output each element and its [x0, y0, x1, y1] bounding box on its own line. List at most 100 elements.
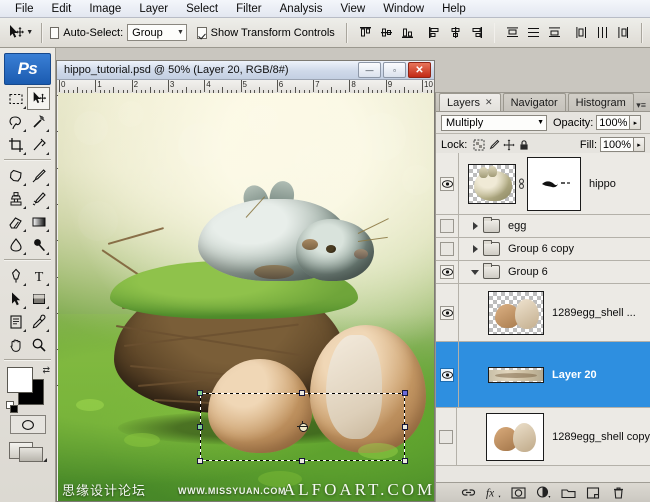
align-bottom-edges-icon[interactable]	[398, 23, 417, 43]
patch-tool[interactable]	[4, 164, 27, 187]
fill-input[interactable]: 100%	[600, 137, 634, 152]
magic-wand-tool[interactable]	[27, 110, 50, 133]
history-brush-tool[interactable]	[27, 187, 50, 210]
layer-thumbnail[interactable]	[488, 291, 544, 335]
default-colors-icon[interactable]	[6, 401, 16, 411]
eye-icon[interactable]	[440, 177, 454, 191]
layer-row-eggshell-copy[interactable]: 1289egg_shell copy	[436, 408, 650, 466]
eye-icon[interactable]	[440, 368, 454, 382]
maximize-button[interactable]: ▫	[383, 62, 406, 78]
dodge-tool[interactable]	[27, 233, 50, 256]
distribute-vertical-centers-icon[interactable]	[524, 23, 543, 43]
eye-icon-hidden[interactable]	[440, 242, 454, 256]
eye-icon-hidden[interactable]	[440, 219, 454, 233]
screen-mode[interactable]	[9, 440, 47, 462]
rectangular-marquee-tool[interactable]	[4, 87, 27, 110]
opacity-slider-arrow-icon[interactable]: ▸	[630, 115, 641, 130]
transform-handle-top-left[interactable]	[197, 390, 203, 396]
transform-handle-bottom-left[interactable]	[197, 458, 203, 464]
layer-row-hippo[interactable]: hippo	[436, 153, 650, 215]
menu-item-help[interactable]: Help	[433, 0, 475, 18]
menu-item-view[interactable]: View	[331, 0, 374, 18]
close-button[interactable]: ✕	[408, 62, 431, 78]
layer-style-fx-icon[interactable]: fx	[485, 485, 501, 501]
canvas-viewport[interactable]: 思缘设计论坛 WWW.MISSYUAN.COM ALFOART.COM	[58, 93, 434, 501]
hand-tool[interactable]	[4, 333, 27, 356]
tab-layers[interactable]: Layers ✕	[439, 93, 501, 111]
distribute-horizontal-centers-icon[interactable]	[593, 23, 612, 43]
rectangle-shape-tool[interactable]	[27, 287, 50, 310]
pen-tool[interactable]	[4, 264, 27, 287]
transform-handle-middle-right[interactable]	[402, 424, 408, 430]
lock-transparent-pixels-icon[interactable]	[471, 137, 486, 152]
close-icon[interactable]: ✕	[485, 97, 493, 108]
layer-mask-link-icon[interactable]	[516, 178, 527, 190]
eye-icon-hidden[interactable]	[439, 430, 453, 444]
layer-visibility-cell[interactable]	[436, 215, 459, 237]
show-transform-controls-checkbox[interactable]	[197, 27, 206, 39]
layer-thumbnail[interactable]	[468, 164, 516, 204]
layer-visibility-cell[interactable]	[436, 408, 457, 465]
transform-reference-point[interactable]	[297, 421, 308, 432]
quick-mask-mode[interactable]	[10, 415, 46, 434]
eye-icon[interactable]	[440, 306, 454, 320]
layer-name[interactable]: 1289egg_shell copy	[552, 431, 650, 443]
transform-handle-top-right[interactable]	[402, 390, 408, 396]
menu-item-layer[interactable]: Layer	[130, 0, 177, 18]
auto-select-checkbox[interactable]	[50, 27, 59, 39]
menu-item-analysis[interactable]: Analysis	[271, 0, 332, 18]
swap-colors-icon[interactable]: ⇄	[42, 365, 50, 376]
menu-item-image[interactable]: Image	[80, 0, 130, 18]
new-group-icon[interactable]	[560, 485, 576, 501]
notes-tool[interactable]	[4, 310, 27, 333]
slice-tool[interactable]	[27, 133, 50, 156]
auto-select-scope-dropdown[interactable]: Group ▼	[127, 24, 187, 41]
minimize-button[interactable]: —	[358, 62, 381, 78]
menu-item-edit[interactable]: Edit	[43, 0, 81, 18]
layer-visibility-cell[interactable]	[436, 261, 459, 283]
align-horizontal-centers-icon[interactable]	[446, 23, 465, 43]
layer-visibility-cell[interactable]	[436, 342, 459, 407]
blur-tool[interactable]	[4, 233, 27, 256]
zoom-tool[interactable]	[27, 333, 50, 356]
fill-slider-arrow-icon[interactable]: ▸	[634, 137, 645, 152]
gradient-tool[interactable]	[27, 210, 50, 233]
layer-row-eggshell[interactable]: 1289egg_shell ...	[436, 284, 650, 342]
path-selection-tool[interactable]	[4, 287, 27, 310]
group-expand-arrow[interactable]	[467, 222, 483, 230]
layer-thumbnail[interactable]	[486, 413, 544, 461]
align-left-edges-icon[interactable]	[425, 23, 444, 43]
lock-image-pixels-icon[interactable]	[486, 137, 501, 152]
menu-item-window[interactable]: Window	[374, 0, 433, 18]
layer-name[interactable]: hippo	[589, 178, 616, 190]
distribute-top-edges-icon[interactable]	[503, 23, 522, 43]
eye-icon[interactable]	[440, 265, 454, 279]
layer-thumbnail[interactable]	[488, 367, 544, 383]
transform-handle-bottom-center[interactable]	[299, 458, 305, 464]
menu-item-file[interactable]: File	[6, 0, 43, 18]
lock-all-icon[interactable]	[516, 137, 531, 152]
align-right-edges-icon[interactable]	[467, 23, 486, 43]
transform-bounding-box[interactable]	[200, 393, 405, 461]
crop-tool[interactable]	[4, 133, 27, 156]
transform-handle-bottom-right[interactable]	[402, 458, 408, 464]
clone-stamp-tool[interactable]	[4, 187, 27, 210]
new-layer-icon[interactable]	[585, 485, 601, 501]
panel-menu-icon[interactable]: ▾≡	[636, 100, 650, 111]
layer-mask-thumbnail[interactable]	[527, 157, 581, 211]
document-canvas[interactable]: 思缘设计论坛 WWW.MISSYUAN.COM ALFOART.COM	[58, 93, 434, 501]
layer-visibility-cell[interactable]	[436, 284, 459, 341]
layer-list[interactable]: hippo egg	[436, 153, 650, 482]
delete-layer-trash-icon[interactable]	[610, 485, 626, 501]
blend-mode-dropdown[interactable]: Multiply ▼	[441, 115, 547, 131]
layer-row-layer20[interactable]: Layer 20	[436, 342, 650, 408]
tab-histogram[interactable]: Histogram	[568, 93, 634, 111]
eyedropper-tool[interactable]	[27, 310, 50, 333]
layer-name[interactable]: 1289egg_shell ...	[552, 307, 636, 319]
lock-position-icon[interactable]	[501, 137, 516, 152]
tool-preset-chevron-down-icon[interactable]: ▼	[25, 21, 34, 45]
menu-item-select[interactable]: Select	[177, 0, 227, 18]
foreground-color-swatch[interactable]	[7, 367, 33, 393]
layer-row-group6[interactable]: Group 6	[436, 261, 650, 284]
layer-name[interactable]: egg	[508, 220, 526, 232]
